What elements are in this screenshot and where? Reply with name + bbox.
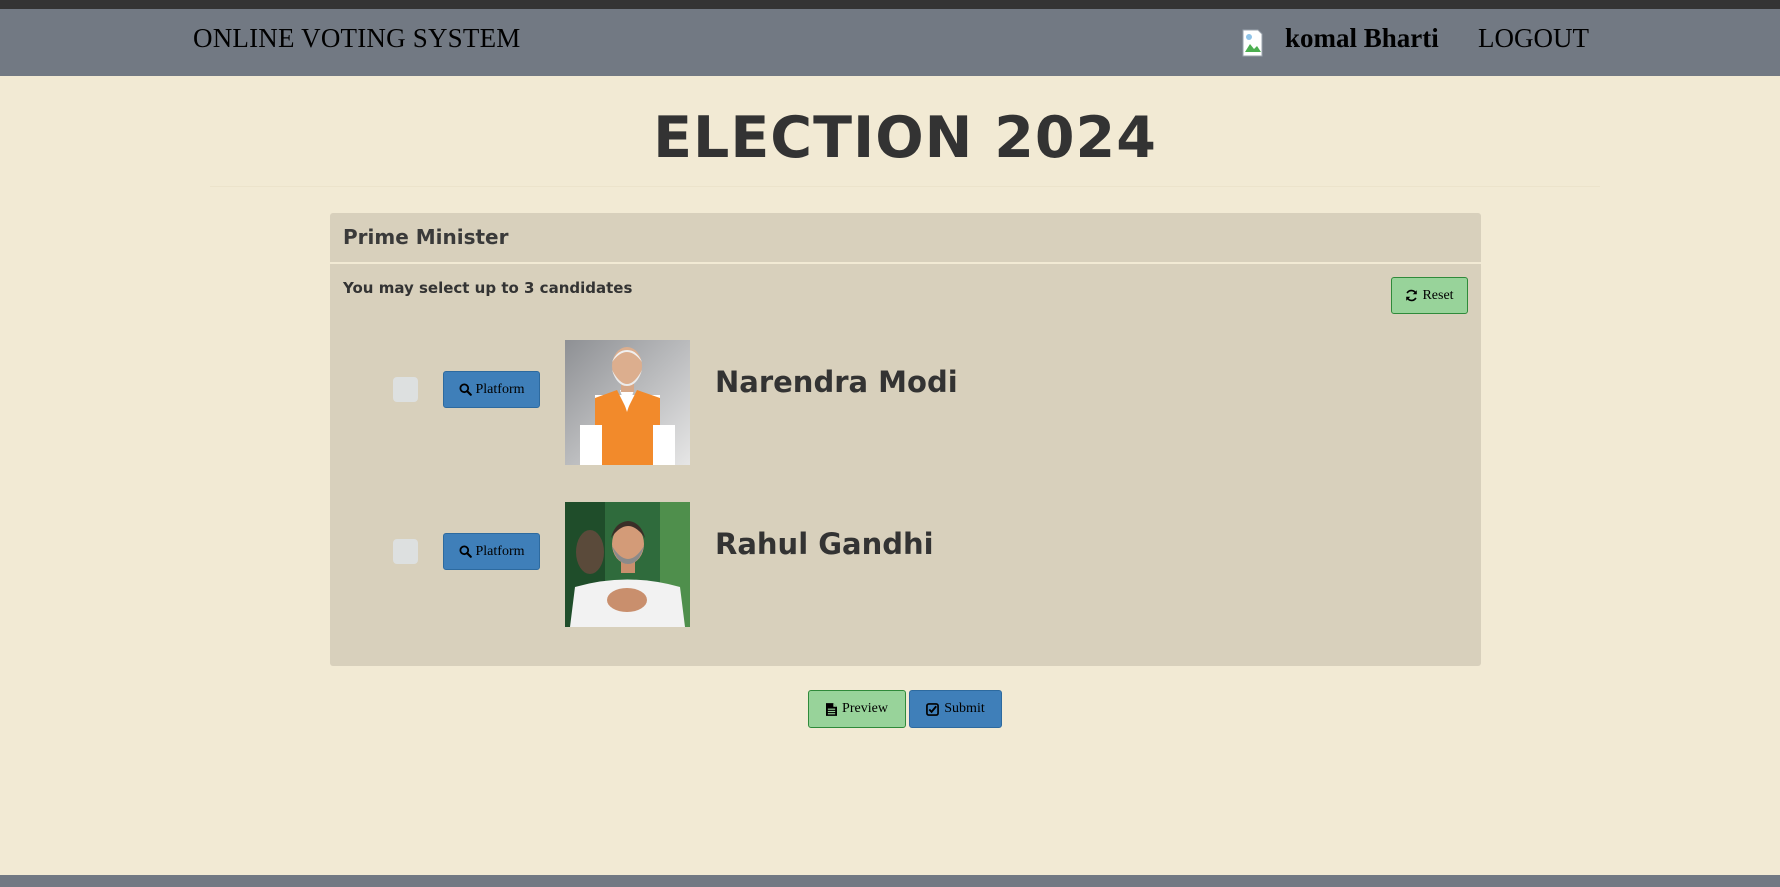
brand-title: ONLINE VOTING SYSTEM	[193, 23, 521, 53]
ballot-panel: Prime Minister You may select up to 3 ca…	[330, 213, 1481, 666]
platform-label: Platform	[475, 381, 525, 397]
candidate-photo	[565, 502, 690, 627]
panel-heading: Prime Minister	[330, 213, 1481, 264]
platform-label: Platform	[475, 543, 525, 559]
candidate-name: Narendra Modi	[715, 365, 958, 399]
platform-button[interactable]: Platform	[443, 371, 540, 408]
candidate-checkbox[interactable]	[393, 539, 418, 564]
broken-image-icon	[1242, 29, 1263, 57]
title-divider	[210, 186, 1600, 187]
preview-button[interactable]: Preview	[808, 690, 906, 728]
position-title: Prime Minister	[343, 225, 509, 249]
check-square-icon	[926, 702, 940, 716]
platform-button[interactable]: Platform	[443, 533, 540, 570]
reset-label: Reset	[1422, 287, 1454, 303]
selection-instruction: You may select up to 3 candidates	[343, 279, 633, 297]
candidate-checkbox[interactable]	[393, 377, 418, 402]
navbar: ONLINE VOTING SYSTEM komal Bharti LOGOUT	[0, 9, 1780, 76]
search-icon	[458, 383, 472, 396]
reset-button[interactable]: Reset	[1391, 277, 1468, 314]
page-title: ELECTION 2024	[653, 105, 1157, 171]
footer-strip	[0, 875, 1780, 887]
submit-label: Submit	[944, 701, 985, 716]
refresh-icon	[1406, 289, 1418, 302]
user-name: komal Bharti	[1285, 23, 1439, 53]
preview-label: Preview	[842, 701, 888, 716]
candidate-row: Platform Narendra Modi	[330, 327, 1481, 465]
logout-link[interactable]: LOGOUT	[1478, 23, 1589, 54]
candidate-row: Platform Rahul Gandhi	[330, 489, 1481, 627]
submit-button[interactable]: Submit	[909, 690, 1002, 728]
user-avatar	[1240, 26, 1266, 58]
search-icon	[458, 545, 472, 558]
candidate-photo	[565, 340, 690, 465]
top-strip	[0, 0, 1780, 9]
file-text-icon	[826, 702, 838, 716]
candidate-name: Rahul Gandhi	[715, 527, 934, 561]
